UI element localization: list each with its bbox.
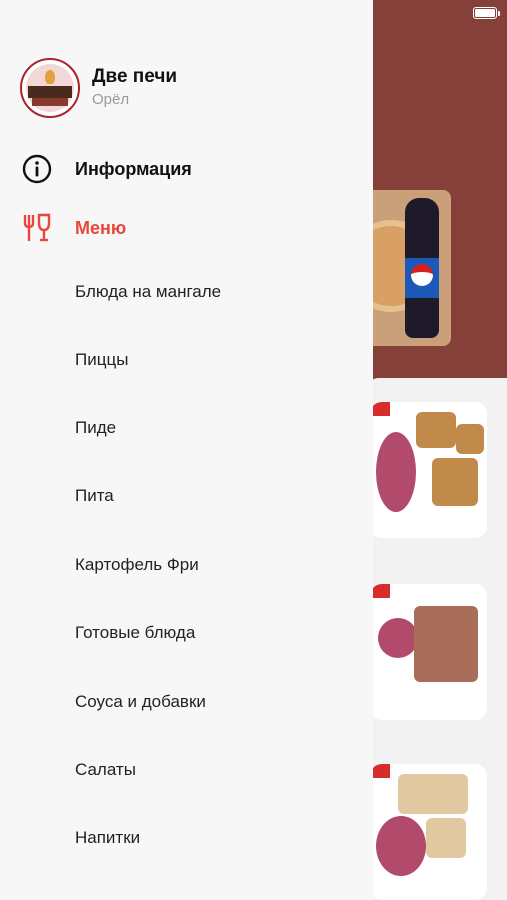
product-card[interactable] — [370, 584, 487, 720]
bottle-logo-icon — [411, 264, 433, 286]
side-drawer: Две печи Орёл Информация Меню Блюда на м… — [0, 0, 373, 900]
restaurant-city: Орёл — [92, 91, 130, 108]
promo-ribbon — [370, 584, 390, 598]
product-card[interactable] — [370, 402, 487, 538]
nav-item-info[interactable]: Информация — [22, 154, 192, 184]
meat-image — [456, 424, 484, 454]
battery-tip — [498, 11, 500, 16]
promo-ribbon — [370, 764, 390, 778]
restaurant-title-block: Две печи Орёл — [92, 66, 177, 110]
promo-ribbon — [370, 402, 390, 416]
category-item[interactable]: Пита — [75, 486, 114, 506]
category-item[interactable]: Салаты — [75, 760, 136, 780]
category-item[interactable]: Напитки — [75, 828, 140, 848]
category-item[interactable]: Пиццы — [75, 350, 128, 370]
info-circle-icon — [22, 154, 52, 184]
category-item[interactable]: Пиде — [75, 418, 116, 438]
meat-image — [398, 774, 468, 814]
fork-glass-icon — [22, 213, 52, 243]
nav-item-info-label: Информация — [75, 158, 192, 179]
meat-image — [426, 818, 466, 858]
promo-banner[interactable] — [365, 190, 451, 346]
nav-item-menu-label: Меню — [75, 217, 127, 238]
nav-item-menu[interactable]: Меню — [22, 213, 126, 243]
onion-image — [376, 432, 416, 512]
onion-image — [378, 618, 418, 658]
category-item[interactable]: Блюда на мангале — [75, 282, 221, 302]
product-card[interactable] — [370, 764, 487, 900]
restaurant-logo — [20, 58, 80, 118]
meat-image — [432, 458, 478, 506]
onion-image — [376, 816, 426, 876]
battery-icon — [473, 7, 497, 19]
restaurant-name: Две печи — [92, 66, 178, 87]
meat-image — [414, 606, 478, 682]
category-item[interactable]: Соуса и добавки — [75, 692, 206, 712]
drawer-header: Две печи Орёл — [20, 58, 177, 118]
category-item[interactable]: Картофель Фри — [75, 555, 199, 575]
category-item[interactable]: Готовые блюда — [75, 623, 195, 643]
meat-image — [416, 412, 456, 448]
